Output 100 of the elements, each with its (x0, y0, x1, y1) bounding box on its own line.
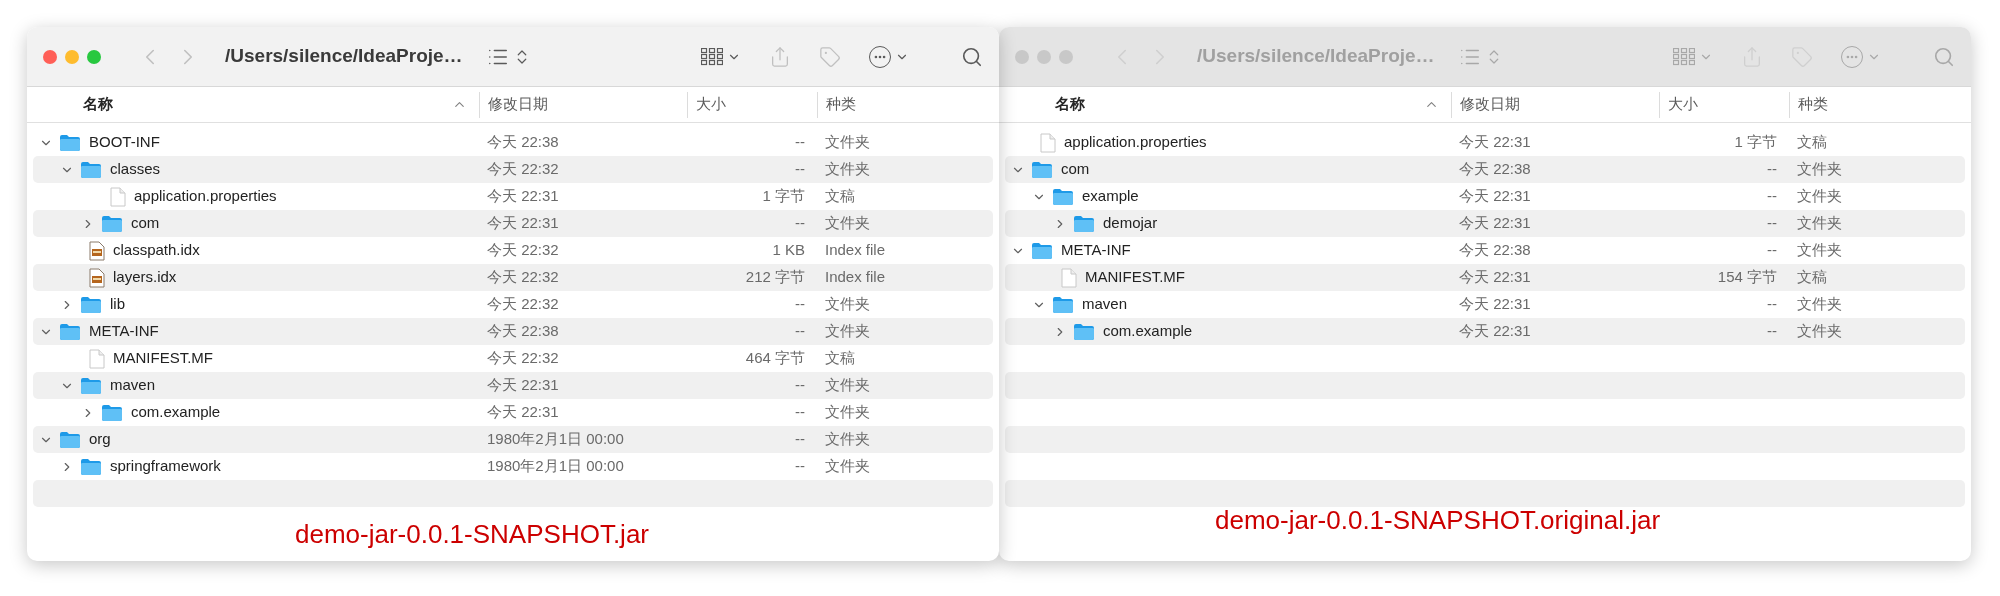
file-kind: 文稿 (1796, 132, 1828, 153)
file-row[interactable]: layers.idx 今天 22:32 212 字节 Index file (33, 264, 993, 291)
file-size: -- (794, 321, 806, 342)
folder-icon (101, 403, 123, 422)
grid-view-icon[interactable] (701, 47, 723, 66)
file-row[interactable]: demojar 今天 22:31 -- 文件夹 (1005, 210, 1965, 237)
file-row[interactable]: lib 今天 22:32 -- 文件夹 (33, 291, 993, 318)
file-kind: 文件夹 (1796, 294, 1843, 315)
column-heading[interactable]: 修改日期 (1451, 91, 1659, 118)
file-kind: 文件夹 (824, 213, 871, 234)
file-kind: 文稿 (1796, 267, 1828, 288)
column-heading[interactable]: 大小 (687, 91, 817, 118)
modified-date: 今天 22:31 (486, 375, 560, 396)
file-size: 1 字节 (1733, 132, 1778, 153)
file-row[interactable]: com.example 今天 22:31 -- 文件夹 (33, 399, 993, 426)
file-kind: Index file (824, 240, 887, 261)
file-name: application.properties (134, 186, 277, 207)
file-size: -- (1766, 294, 1778, 315)
file-name: MANIFEST.MF (113, 348, 213, 369)
file-name: classes (110, 159, 161, 180)
window-title: /Users/silence/IdeaProje… (1197, 44, 1435, 69)
file-row[interactable]: org 1980年2月1日 00:00 -- 文件夹 (33, 426, 993, 453)
modified-date: 今天 22:31 (486, 402, 560, 423)
zoom-button[interactable] (87, 49, 101, 64)
file-name: com.example (1103, 321, 1193, 342)
file-row[interactable]: maven 今天 22:31 -- 文件夹 (1005, 291, 1965, 318)
document-icon (1040, 132, 1056, 153)
file-kind: Index file (824, 267, 887, 288)
file-row[interactable]: com 今天 22:38 -- 文件夹 (1005, 156, 1965, 183)
file-row[interactable]: application.properties 今天 22:31 1 字节 文稿 (1005, 129, 1965, 156)
file-row[interactable]: com 今天 22:31 -- 文件夹 (33, 210, 993, 237)
file-size: 1 字节 (761, 186, 806, 207)
file-kind: 文稿 (824, 348, 856, 369)
file-kind: 文件夹 (824, 456, 871, 477)
file-size: -- (794, 213, 806, 234)
column-heading[interactable]: 名称 (999, 91, 1451, 118)
file-size: -- (1766, 321, 1778, 342)
file-row[interactable]: MANIFEST.MF 今天 22:31 154 字节 文稿 (1005, 264, 1965, 291)
modified-date: 今天 22:38 (1458, 240, 1532, 261)
file-name: example (1082, 186, 1139, 207)
file-size: -- (794, 456, 806, 477)
document-icon (110, 186, 126, 207)
folder-icon (1052, 187, 1074, 206)
file-name: MANIFEST.MF (1085, 267, 1185, 288)
file-row[interactable]: classpath.idx 今天 22:32 1 KB Index file (33, 237, 993, 264)
modified-date: 今天 22:31 (1458, 294, 1532, 315)
file-row[interactable]: BOOT-INF 今天 22:38 -- 文件夹 (33, 129, 993, 156)
file-row[interactable]: META-INF 今天 22:38 -- 文件夹 (1005, 237, 1965, 264)
file-kind: 文稿 (824, 186, 856, 207)
modified-date: 今天 22:31 (1458, 186, 1532, 207)
modified-date: 今天 22:38 (486, 321, 560, 342)
file-kind: 文件夹 (1796, 321, 1843, 342)
file-name: org (89, 429, 111, 450)
file-name: springframework (110, 456, 221, 477)
file-kind: 文件夹 (824, 294, 871, 315)
modified-date: 今天 22:32 (486, 267, 560, 288)
text-file-icon (89, 267, 105, 288)
column-heading[interactable]: 种类 (1789, 91, 1971, 118)
folder-icon (80, 160, 102, 179)
file-name: maven (110, 375, 156, 396)
folder-icon (1073, 214, 1095, 233)
file-row[interactable]: classes 今天 22:32 -- 文件夹 (33, 156, 993, 183)
file-row[interactable]: com.example 今天 22:31 -- 文件夹 (1005, 318, 1965, 345)
file-name: application.properties (1064, 132, 1207, 153)
folder-icon (80, 457, 102, 476)
file-size: -- (794, 132, 806, 153)
file-size: -- (1766, 159, 1778, 180)
modified-date: 今天 22:31 (486, 186, 560, 207)
file-name: com.example (131, 402, 221, 423)
folder-icon (1031, 241, 1053, 260)
close-button[interactable] (43, 49, 57, 64)
search-icon[interactable] (961, 45, 983, 68)
file-row[interactable]: springframework 1980年2月1日 00:00 -- 文件夹 (33, 453, 993, 480)
file-size: -- (794, 402, 806, 423)
file-size: -- (794, 159, 806, 180)
modified-date: 1980年2月1日 00:00 (486, 456, 625, 477)
column-heading[interactable]: 修改日期 (479, 91, 687, 118)
file-row[interactable]: MANIFEST.MF 今天 22:32 464 字节 文稿 (33, 345, 993, 372)
file-name: com (131, 213, 160, 234)
folder-icon (80, 376, 102, 395)
modified-date: 今天 22:31 (486, 213, 560, 234)
file-row[interactable]: application.properties 今天 22:31 1 字节 文稿 (33, 183, 993, 210)
file-size: -- (1766, 213, 1778, 234)
file-name: demojar (1103, 213, 1158, 234)
text-file-icon (89, 240, 105, 261)
file-size: -- (794, 375, 806, 396)
column-heading[interactable]: 名称 (27, 91, 479, 118)
file-kind: 文件夹 (824, 375, 871, 396)
file-row[interactable]: META-INF 今天 22:38 -- 文件夹 (33, 318, 993, 345)
file-row[interactable]: example 今天 22:31 -- 文件夹 (1005, 183, 1965, 210)
file-kind: 文件夹 (1796, 186, 1843, 207)
annotation-label: demo-jar-0.0.1-SNAPSHOT.original.jar (1215, 504, 1661, 537)
column-heading[interactable]: 大小 (1659, 91, 1789, 118)
file-row[interactable]: maven 今天 22:31 -- 文件夹 (33, 372, 993, 399)
file-size: -- (794, 429, 806, 450)
folder-icon (1073, 322, 1095, 341)
file-kind: 文件夹 (1796, 159, 1843, 180)
file-size: 1 KB (771, 240, 806, 261)
modified-date: 今天 22:31 (1458, 213, 1532, 234)
file-name: lib (110, 294, 125, 315)
